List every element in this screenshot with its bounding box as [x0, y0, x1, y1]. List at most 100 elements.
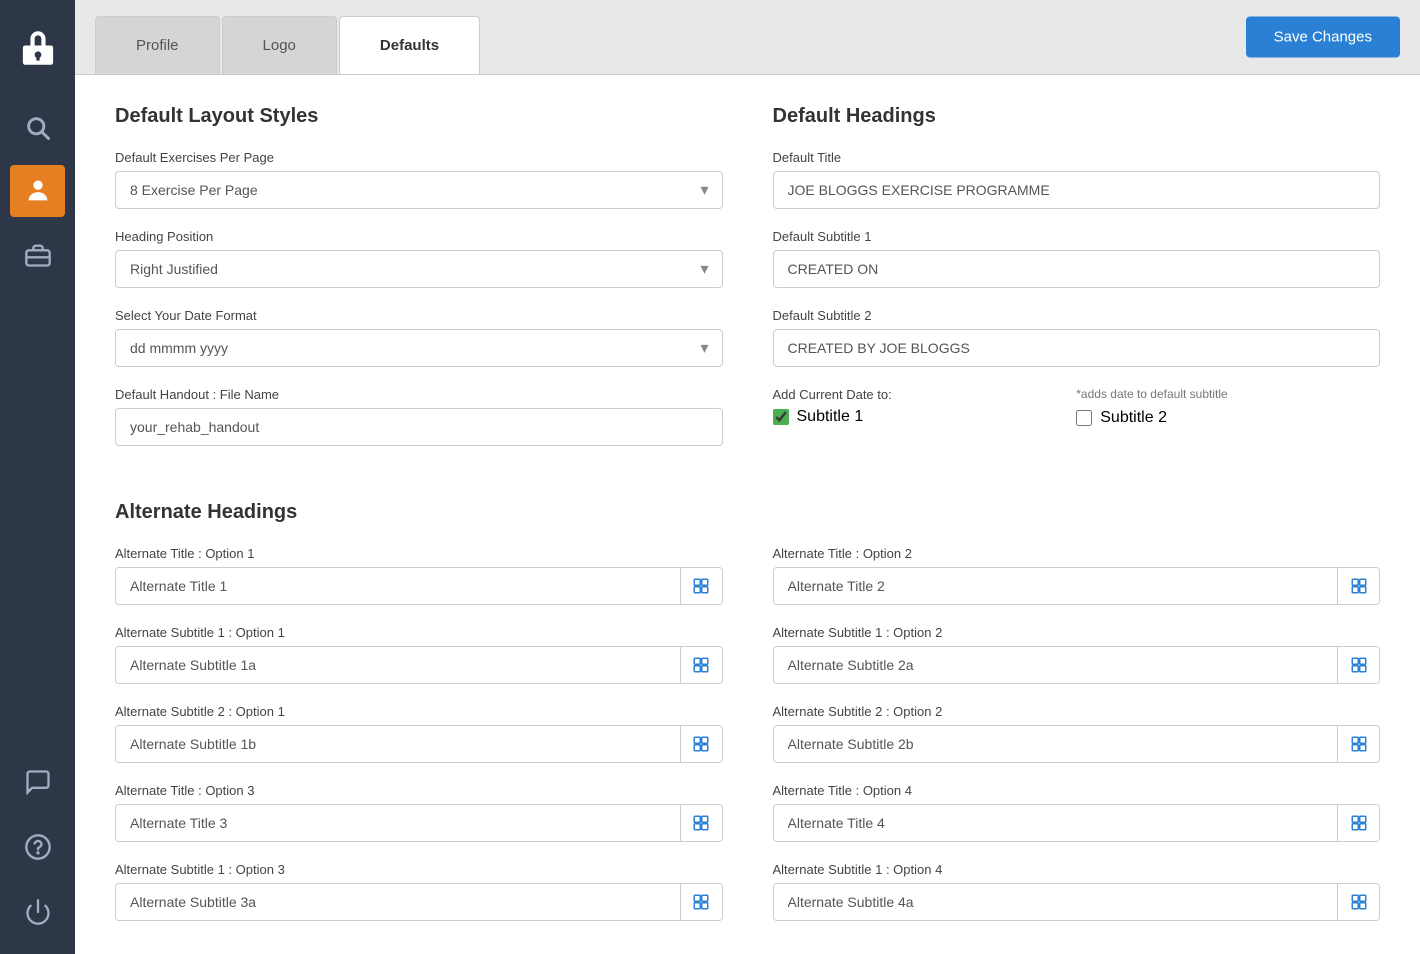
app-logo — [0, 10, 75, 85]
default-headings-section: Default Headings Default Title Default S… — [773, 105, 1381, 466]
sidebar — [0, 0, 75, 954]
alt-sub2b-icon-btn[interactable] — [1337, 726, 1379, 762]
heading-position-label: Heading Position — [115, 229, 723, 244]
adds-date-note: *adds date to default subtitle — [1076, 387, 1380, 401]
alt-title1-group: Alternate Title : Option 1 — [115, 546, 723, 605]
alt-sub4a-icon-btn[interactable] — [1337, 884, 1379, 920]
alt-sub1a-input[interactable] — [116, 647, 680, 683]
layout-styles-section: Default Layout Styles Default Exercises … — [115, 105, 723, 466]
alternate-headings-section: Alternate Headings Alternate Title : Opt… — [115, 501, 1380, 941]
subtitle1-label: Default Subtitle 1 — [773, 229, 1381, 244]
alt-title2-group: Alternate Title : Option 2 — [773, 546, 1381, 605]
date-format-select-wrapper: dd mmmm yyyy mm/dd/yyyy dd/mm/yyyy ▾ — [115, 329, 723, 367]
subtitle1-input[interactable] — [773, 250, 1381, 288]
alt-title2-icon-btn[interactable] — [1337, 568, 1379, 604]
subtitle1-checkbox[interactable] — [773, 409, 789, 425]
file-name-group: Default Handout : File Name — [115, 387, 723, 446]
heading-position-group: Heading Position Right Justified Left Ju… — [115, 229, 723, 288]
default-title-group: Default Title — [773, 150, 1381, 209]
alt-title3-group: Alternate Title : Option 3 — [115, 783, 723, 842]
alt-title1-icon-btn[interactable] — [680, 568, 722, 604]
subtitle2-checkbox-label[interactable]: Subtitle 2 — [1076, 409, 1167, 427]
alt-title3-icon-btn[interactable] — [680, 805, 722, 841]
date-format-select[interactable]: dd mmmm yyyy mm/dd/yyyy dd/mm/yyyy — [115, 329, 723, 367]
file-name-input[interactable] — [115, 408, 723, 446]
sidebar-bottom — [0, 749, 75, 954]
alt-sub2a-input-wrapper — [773, 646, 1381, 684]
sidebar-item-chat[interactable] — [0, 749, 75, 814]
subtitle1-group: Default Subtitle 1 — [773, 229, 1381, 288]
alt-sub2b-input-wrapper — [773, 725, 1381, 763]
main-content: Profile Logo Defaults Save Changes Defau… — [75, 0, 1420, 954]
date-left: Add Current Date to: Subtitle 1 — [773, 387, 1077, 426]
alt-sub4a-group: Alternate Subtitle 1 : Option 4 — [773, 862, 1381, 921]
date-format-group: Select Your Date Format dd mmmm yyyy mm/… — [115, 308, 723, 367]
heading-position-select[interactable]: Right Justified Left Justified Center Ju… — [115, 250, 723, 288]
alt-title1-input-wrapper — [115, 567, 723, 605]
alt-title2-label: Alternate Title : Option 2 — [773, 546, 1381, 561]
alt-title1-input[interactable] — [116, 568, 680, 604]
alt-sub2a-group: Alternate Subtitle 1 : Option 2 — [773, 625, 1381, 684]
sidebar-item-power[interactable] — [0, 879, 75, 944]
alt-sub4a-label: Alternate Subtitle 1 : Option 4 — [773, 862, 1381, 877]
alt-title4-input[interactable] — [774, 805, 1338, 841]
sidebar-item-profile[interactable] — [10, 165, 65, 217]
alt-section-title: Alternate Headings — [115, 501, 1380, 524]
header: Profile Logo Defaults Save Changes — [75, 0, 1420, 75]
page-body: Default Layout Styles Default Exercises … — [75, 75, 1420, 954]
subtitle2-input[interactable] — [773, 329, 1381, 367]
exercises-select[interactable]: 8 Exercise Per Page 4 Exercise Per Page … — [115, 171, 723, 209]
date-right: *adds date to default subtitle Subtitle … — [1076, 387, 1380, 427]
sidebar-item-help[interactable] — [0, 814, 75, 879]
tab-logo[interactable]: Logo — [222, 16, 337, 74]
save-button[interactable]: Save Changes — [1246, 17, 1400, 58]
layout-section-title: Default Layout Styles — [115, 105, 723, 128]
alt-sub3a-label: Alternate Subtitle 1 : Option 3 — [115, 862, 723, 877]
alt-sub3a-group: Alternate Subtitle 1 : Option 3 — [115, 862, 723, 921]
alt-headings-grid: Alternate Title : Option 1 — [115, 546, 1380, 941]
subtitle2-group: Default Subtitle 2 — [773, 308, 1381, 367]
sidebar-item-search[interactable] — [0, 95, 75, 160]
alt-sub2a-label: Alternate Subtitle 1 : Option 2 — [773, 625, 1381, 640]
alt-sub2b-input[interactable] — [774, 726, 1338, 762]
alt-sub1a-icon-btn[interactable] — [680, 647, 722, 683]
heading-position-select-wrapper: Right Justified Left Justified Center Ju… — [115, 250, 723, 288]
subtitle1-check-row: Subtitle 1 — [773, 408, 1077, 426]
alt-option2-col: Alternate Title : Option 2 — [773, 546, 1381, 941]
default-title-input[interactable] — [773, 171, 1381, 209]
alt-title3-input[interactable] — [116, 805, 680, 841]
tab-profile[interactable]: Profile — [95, 16, 220, 74]
alt-sub1a-label: Alternate Subtitle 1 : Option 1 — [115, 625, 723, 640]
subtitle2-label: Default Subtitle 2 — [773, 308, 1381, 323]
alt-sub3a-input[interactable] — [116, 884, 680, 920]
alt-title4-group: Alternate Title : Option 4 — [773, 783, 1381, 842]
alt-sub1b-group: Alternate Subtitle 2 : Option 1 — [115, 704, 723, 763]
alt-sub1b-icon-btn[interactable] — [680, 726, 722, 762]
alt-sub4a-input-wrapper — [773, 883, 1381, 921]
alt-title4-input-wrapper — [773, 804, 1381, 842]
alt-sub1b-input-wrapper — [115, 725, 723, 763]
alt-title4-icon-btn[interactable] — [1337, 805, 1379, 841]
file-name-label: Default Handout : File Name — [115, 387, 723, 402]
alt-sub1a-group: Alternate Subtitle 1 : Option 1 — [115, 625, 723, 684]
alt-sub4a-input[interactable] — [774, 884, 1338, 920]
alt-sub2b-label: Alternate Subtitle 2 : Option 2 — [773, 704, 1381, 719]
sidebar-item-briefcase[interactable] — [0, 222, 75, 287]
headings-section-title: Default Headings — [773, 105, 1381, 128]
subtitle1-checkbox-label[interactable]: Subtitle 1 — [773, 408, 864, 426]
exercises-label: Default Exercises Per Page — [115, 150, 723, 165]
top-section: Default Layout Styles Default Exercises … — [115, 105, 1380, 466]
alt-sub2a-input[interactable] — [774, 647, 1338, 683]
alt-title2-input[interactable] — [774, 568, 1338, 604]
alt-sub2a-icon-btn[interactable] — [1337, 647, 1379, 683]
alt-title2-input-wrapper — [773, 567, 1381, 605]
tabs: Profile Logo Defaults — [95, 0, 480, 74]
subtitle2-checkbox[interactable] — [1076, 410, 1092, 426]
tab-defaults[interactable]: Defaults — [339, 16, 480, 74]
add-current-date-section: Add Current Date to: Subtitle 1 *adds da… — [773, 387, 1381, 427]
alt-sub3a-icon-btn[interactable] — [680, 884, 722, 920]
alt-sub1a-input-wrapper — [115, 646, 723, 684]
alt-option1-col: Alternate Title : Option 1 — [115, 546, 723, 941]
alt-sub3a-input-wrapper — [115, 883, 723, 921]
alt-sub1b-input[interactable] — [116, 726, 680, 762]
